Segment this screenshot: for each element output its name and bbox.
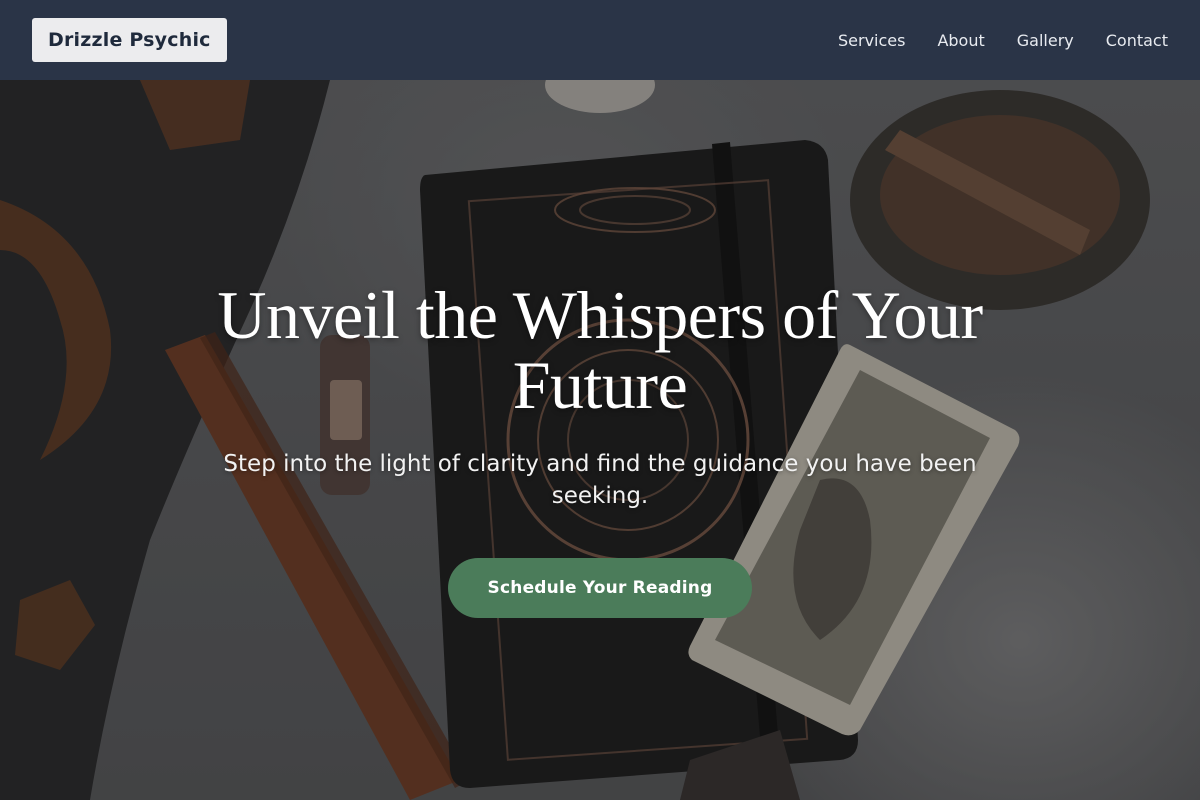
hero-content: Unveil the Whispers of Your Future Step …: [0, 280, 1200, 618]
brand-logo[interactable]: Drizzle Psychic: [32, 18, 227, 62]
nav-link-gallery[interactable]: Gallery: [1017, 31, 1074, 50]
nav-link-contact[interactable]: Contact: [1106, 31, 1168, 50]
hero-section: Unveil the Whispers of Your Future Step …: [0, 80, 1200, 800]
nav-link-about[interactable]: About: [937, 31, 984, 50]
main-nav: Services About Gallery Contact: [838, 31, 1168, 50]
hero-title: Unveil the Whispers of Your Future: [217, 277, 983, 423]
nav-link-services[interactable]: Services: [838, 31, 905, 50]
schedule-reading-button[interactable]: Schedule Your Reading: [447, 558, 753, 618]
top-navbar: Drizzle Psychic Services About Gallery C…: [0, 0, 1200, 80]
hero-subtitle: Step into the light of clarity and find …: [223, 451, 977, 509]
